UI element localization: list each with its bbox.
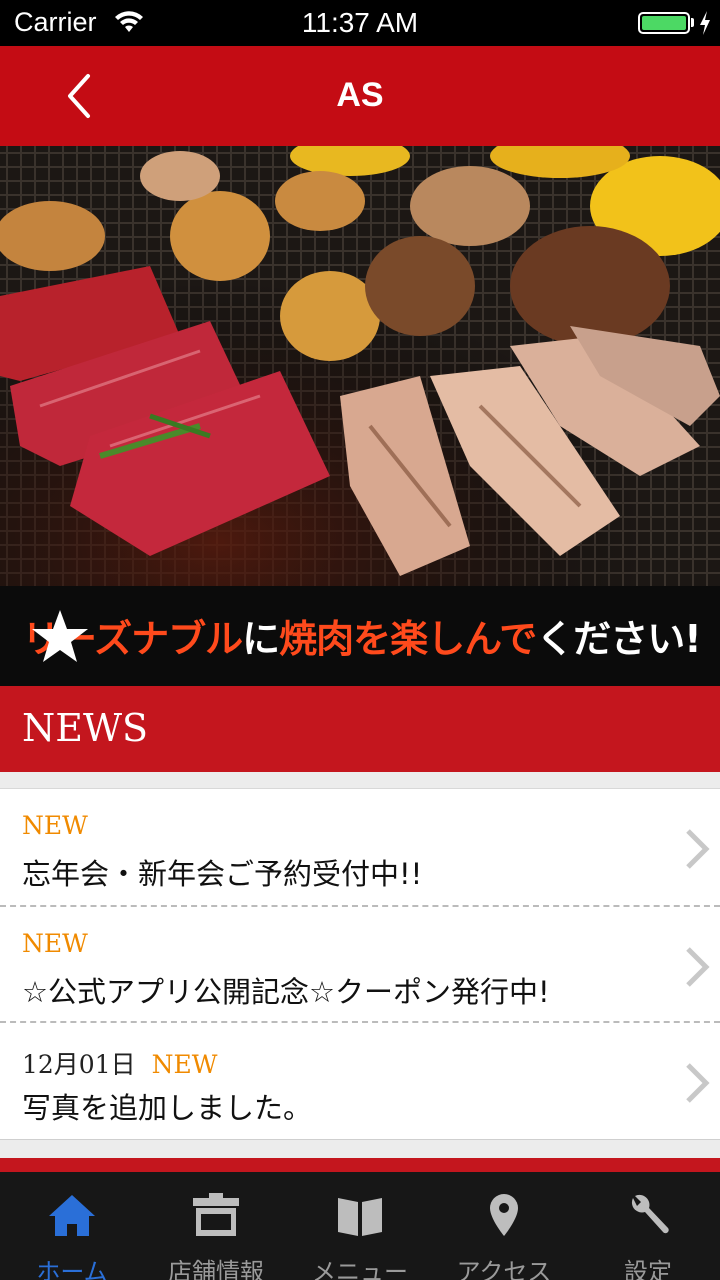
book-icon (338, 1198, 382, 1236)
tab-menu[interactable]: メニュー (288, 1172, 432, 1280)
new-badge: NEW (22, 811, 88, 840)
tab-home[interactable]: ホーム (0, 1172, 144, 1280)
chevron-right-icon (686, 829, 710, 869)
news-item[interactable]: NEW ☆公式アプリ公開記念☆クーポン発行中! (0, 905, 720, 1021)
home-icon (49, 1195, 95, 1236)
promo-banner: リーズナブルに焼肉を楽しんでください! (0, 586, 720, 686)
star-icon (32, 610, 88, 662)
news-title: ☆公式アプリ公開記念☆クーポン発行中! (22, 975, 550, 1009)
news-meta: NEW (22, 811, 88, 840)
banner-segment: 焼肉を楽しんで (279, 617, 537, 661)
new-badge: NEW (22, 929, 88, 958)
news-item[interactable]: NEW 忘年会・新年会ご予約受付中!! (0, 789, 720, 905)
news-title: 写真を追加しました。 (22, 1091, 313, 1125)
news-item[interactable]: 12月01日 NEW 写真を追加しました。 (0, 1021, 720, 1137)
tab-label: 店舗情報 (168, 1258, 264, 1280)
grilled-meat-photo (0, 146, 720, 586)
news-heading: NEWS (22, 706, 149, 750)
tab-label: 設定 (624, 1258, 672, 1280)
hero-image (0, 146, 720, 586)
tab-label: メニュー (312, 1258, 408, 1280)
news-list: NEW 忘年会・新年会ご予約受付中!! NEW ☆公式アプリ公開記念☆クーポン発… (0, 788, 720, 1140)
banner-segment: ください! (536, 617, 701, 661)
wrench-icon (631, 1194, 669, 1234)
location-pin-icon (490, 1194, 518, 1236)
news-date: 12月01日 (22, 1050, 136, 1079)
store-icon (193, 1193, 239, 1236)
page-title: AS (336, 76, 384, 114)
tab-bar: ホーム 店舗情報 メニュー アクセス 設定 (0, 1172, 720, 1280)
banner-slogan: リーズナブルに焼肉を楽しんでください! (22, 608, 702, 663)
status-time: 11:37 AM (301, 7, 419, 38)
chevron-right-icon (686, 1063, 710, 1103)
status-bar: Carrier 11:37 AM (0, 0, 720, 46)
news-meta: 12月01日 NEW (22, 1045, 217, 1081)
news-meta: NEW (22, 929, 88, 958)
tab-access[interactable]: アクセス (432, 1172, 576, 1280)
navigation-bar: AS (0, 46, 720, 146)
tab-label: アクセス (456, 1258, 552, 1280)
news-title: 忘年会・新年会ご予約受付中!! (22, 857, 423, 891)
news-section-header: NEWS (0, 686, 720, 772)
chevron-right-icon (686, 947, 710, 987)
new-badge: NEW (151, 1050, 218, 1079)
battery-tip (691, 18, 694, 27)
charging-bolt-icon (700, 11, 710, 35)
tab-settings[interactable]: 設定 (576, 1172, 720, 1280)
tab-label: ホーム (36, 1258, 108, 1280)
banner-segment: に (242, 617, 280, 661)
tab-store-info[interactable]: 店舗情報 (144, 1172, 288, 1280)
section-divider (0, 1158, 720, 1172)
battery-icon (638, 12, 690, 34)
